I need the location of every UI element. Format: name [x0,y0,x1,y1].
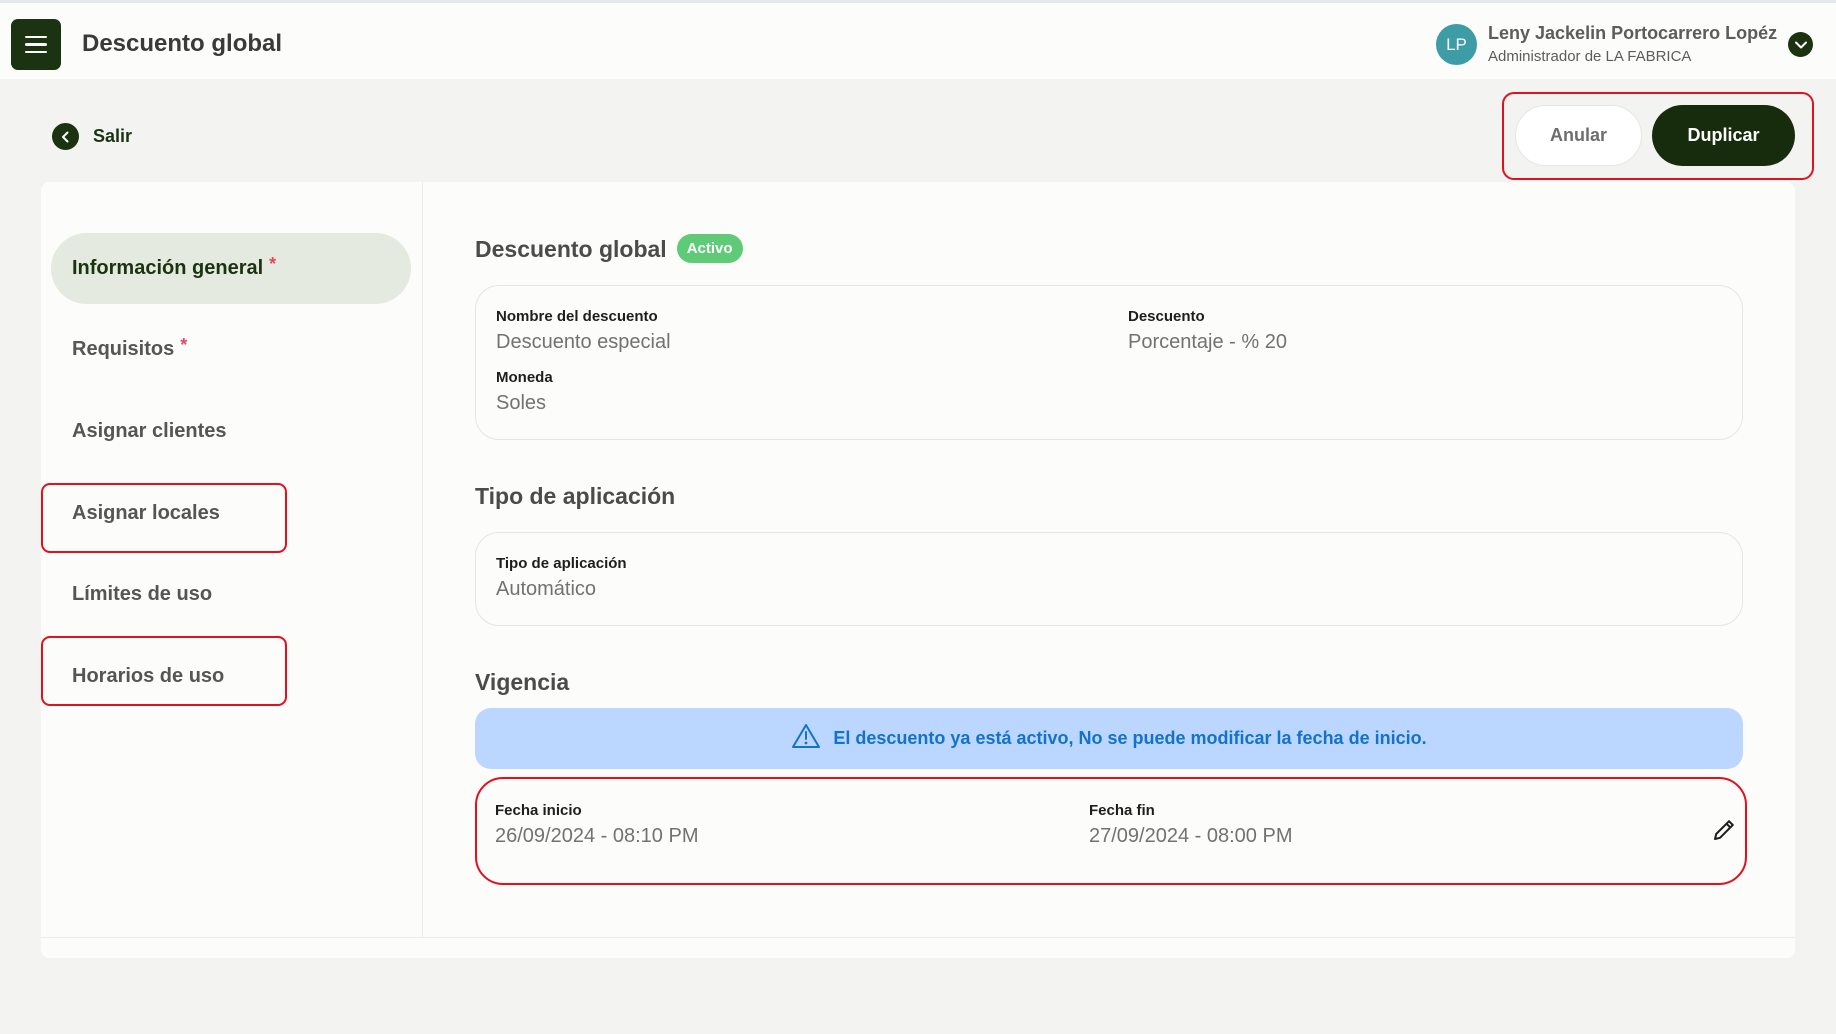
user-role: Administrador de LA FABRICA [1488,48,1692,65]
sidebar-item-label: Horarios de uso [72,665,225,687]
sidebar-item-horarios-de-uso[interactable]: Horarios de uso [51,641,411,712]
sidebar-divider [422,182,423,938]
status-badge: Activo [676,234,743,264]
end-date-field: Fecha fin 27/09/2024 - 08:00 PM [1089,802,1293,847]
info-alert: El descuento ya está activo, No se puede… [475,708,1743,769]
page-title: Descuento global [82,30,283,57]
top-bar: Descuento global LP Leny Jackelin Portoc… [0,0,1836,79]
section-title-application: Tipo de aplicación [475,483,676,509]
sidebar-item-label: Información general [72,257,264,279]
chevron-down-icon[interactable] [1788,32,1813,57]
back-link[interactable]: Salir [52,123,132,150]
sidebar-item-label: Asignar locales [72,502,220,524]
discount-value-field: Descuento Porcentaje - % 20 [1128,308,1287,353]
cancel-button[interactable]: Anular [1515,105,1642,166]
sidebar-item-asignar-clientes[interactable]: Asignar clientes [51,396,411,467]
general-info-box: Nombre del descuento Descuento especial … [475,285,1743,440]
discount-name-field: Nombre del descuento Descuento especial [496,308,671,353]
sidebar-item-informacion-general[interactable]: Información general * [51,233,411,304]
sidebar-item-label: Asignar clientes [72,420,227,442]
application-info-box: Tipo de aplicación Automático [475,532,1743,626]
sidebar-item-label: Requisitos [72,338,175,360]
sidebar-item-asignar-locales[interactable]: Asignar locales [51,478,411,549]
main-card: Información general * Requisitos * Asignar… [41,182,1795,958]
section-title-general: Descuento global Activo [475,234,743,265]
sidebar-item-requisitos[interactable]: Requisitos * [51,314,411,385]
user-name: Leny Jackelin Portocarrero Lopéz [1488,23,1778,43]
pencil-icon [1714,820,1734,840]
warning-icon [791,723,821,754]
dates-box: Fecha inicio 26/09/2024 - 08:10 PM Fecha… [475,777,1747,885]
required-marker: * [180,335,188,355]
sidebar-item-limites-de-uso[interactable]: Límites de uso [51,559,411,630]
required-marker: * [269,254,277,274]
menu-button[interactable] [11,19,61,70]
section-title-validity: Vigencia [475,669,570,695]
sidebar-item-label: Límites de uso [72,583,213,605]
avatar[interactable]: LP [1436,24,1477,65]
menu-icon [25,35,47,39]
duplicate-button[interactable]: Duplicar [1652,105,1795,166]
currency-field: Moneda Soles [496,369,553,414]
start-date-field: Fecha inicio 26/09/2024 - 08:10 PM [495,802,699,847]
application-type-field: Tipo de aplicación Automático [496,555,627,600]
chevron-left-icon [52,123,79,150]
back-label: Salir [93,126,133,146]
edit-dates-button[interactable] [1709,815,1739,845]
alert-text: El descuento ya está activo, No se puede… [833,728,1427,748]
card-divider [41,937,1795,938]
